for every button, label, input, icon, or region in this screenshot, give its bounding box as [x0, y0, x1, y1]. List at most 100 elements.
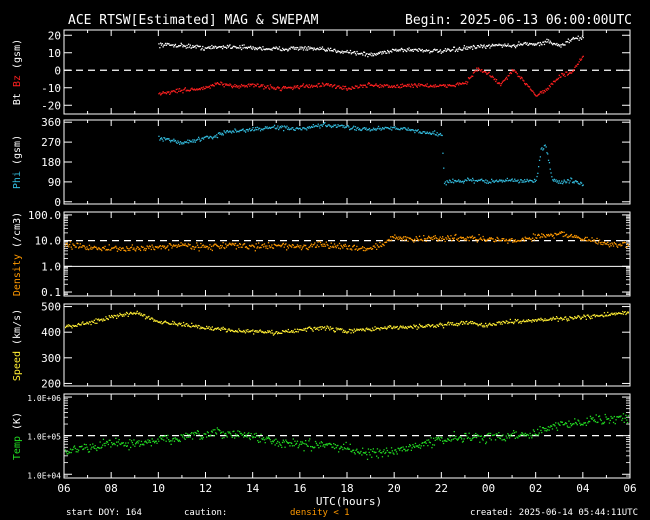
- data-point: [543, 41, 545, 43]
- data-point: [513, 432, 516, 434]
- data-point: [513, 239, 515, 242]
- data-point: [260, 246, 262, 249]
- data-point: [483, 180, 485, 182]
- data-point: [389, 128, 391, 130]
- data-point: [235, 129, 237, 131]
- data-point: [182, 436, 184, 438]
- data-point: [513, 322, 515, 325]
- data-point: [456, 239, 459, 241]
- data-point: [367, 448, 370, 450]
- data-point: [212, 429, 214, 431]
- data-point: [303, 47, 305, 49]
- data-point: [372, 127, 375, 129]
- data-point: [135, 250, 137, 252]
- data-point: [542, 90, 544, 92]
- data-point: [406, 236, 408, 239]
- data-point: [304, 329, 306, 331]
- data-point: [418, 239, 420, 242]
- data-point: [612, 417, 614, 419]
- data-point: [295, 442, 298, 444]
- data-point: [177, 140, 179, 142]
- data-point: [321, 326, 323, 328]
- data-point: [67, 453, 69, 455]
- data-point: [117, 441, 119, 443]
- data-point: [131, 244, 133, 246]
- data-point: [416, 49, 418, 51]
- data-point: [411, 84, 413, 86]
- data-point: [608, 422, 611, 424]
- data-point: [461, 438, 463, 440]
- data-point: [505, 76, 508, 79]
- data-point: [210, 248, 212, 250]
- data-point: [142, 315, 144, 317]
- data-point: [139, 445, 141, 447]
- data-point: [168, 138, 170, 140]
- data-point: [89, 248, 91, 250]
- data-point: [256, 435, 258, 437]
- data-point: [231, 87, 234, 89]
- data-point: [559, 424, 561, 426]
- data-point: [208, 137, 210, 139]
- data-point: [244, 332, 247, 334]
- data-point: [173, 437, 175, 440]
- data-point: [285, 439, 287, 441]
- data-point: [400, 237, 403, 240]
- data-point: [441, 134, 443, 137]
- data-point: [560, 182, 562, 184]
- data-point: [436, 132, 438, 134]
- data-point: [420, 445, 422, 447]
- data-point: [510, 72, 513, 75]
- data-point: [299, 46, 301, 48]
- data-point: [575, 422, 578, 424]
- data-point: [301, 441, 303, 443]
- y-tick-label: 0: [54, 64, 61, 77]
- data-point: [356, 50, 358, 53]
- data-point: [430, 437, 432, 439]
- data-point: [382, 52, 385, 54]
- data-point: [364, 84, 366, 86]
- data-point: [216, 136, 219, 139]
- data-point: [329, 85, 331, 87]
- data-point: [269, 331, 271, 333]
- data-point: [204, 87, 206, 90]
- data-point: [477, 45, 480, 47]
- data-point: [353, 451, 355, 454]
- data-point: [520, 322, 522, 324]
- data-point: [87, 323, 90, 325]
- data-point: [277, 125, 279, 127]
- data-point: [606, 315, 608, 317]
- data-point: [411, 49, 413, 51]
- data-point: [587, 314, 589, 316]
- data-point: [488, 238, 490, 240]
- data-point: [327, 326, 329, 328]
- data-point: [543, 319, 545, 322]
- data-point: [462, 49, 464, 51]
- data-point: [472, 48, 474, 50]
- data-point: [527, 434, 530, 437]
- data-point: [253, 86, 255, 88]
- data-point: [259, 127, 261, 130]
- data-point: [402, 50, 404, 53]
- y-tick-label: 1.0E+06: [27, 394, 61, 403]
- data-point: [418, 323, 421, 325]
- data-point: [443, 238, 445, 241]
- data-point: [292, 127, 294, 129]
- data-point: [266, 245, 268, 247]
- data-point: [321, 125, 324, 127]
- data-point: [325, 50, 327, 52]
- data-point: [292, 46, 295, 48]
- data-point: [159, 436, 161, 438]
- data-point: [492, 238, 494, 240]
- data-point: [249, 438, 251, 441]
- data-point: [376, 244, 379, 246]
- data-point: [200, 139, 202, 141]
- data-point: [240, 48, 243, 51]
- data-point: [489, 322, 491, 324]
- data-point: [316, 86, 319, 88]
- data-point: [445, 237, 447, 239]
- y-tick-label: 400: [41, 326, 61, 339]
- data-point: [473, 71, 475, 73]
- data-point: [408, 83, 410, 85]
- data-point: [209, 328, 211, 331]
- data-point: [540, 236, 542, 238]
